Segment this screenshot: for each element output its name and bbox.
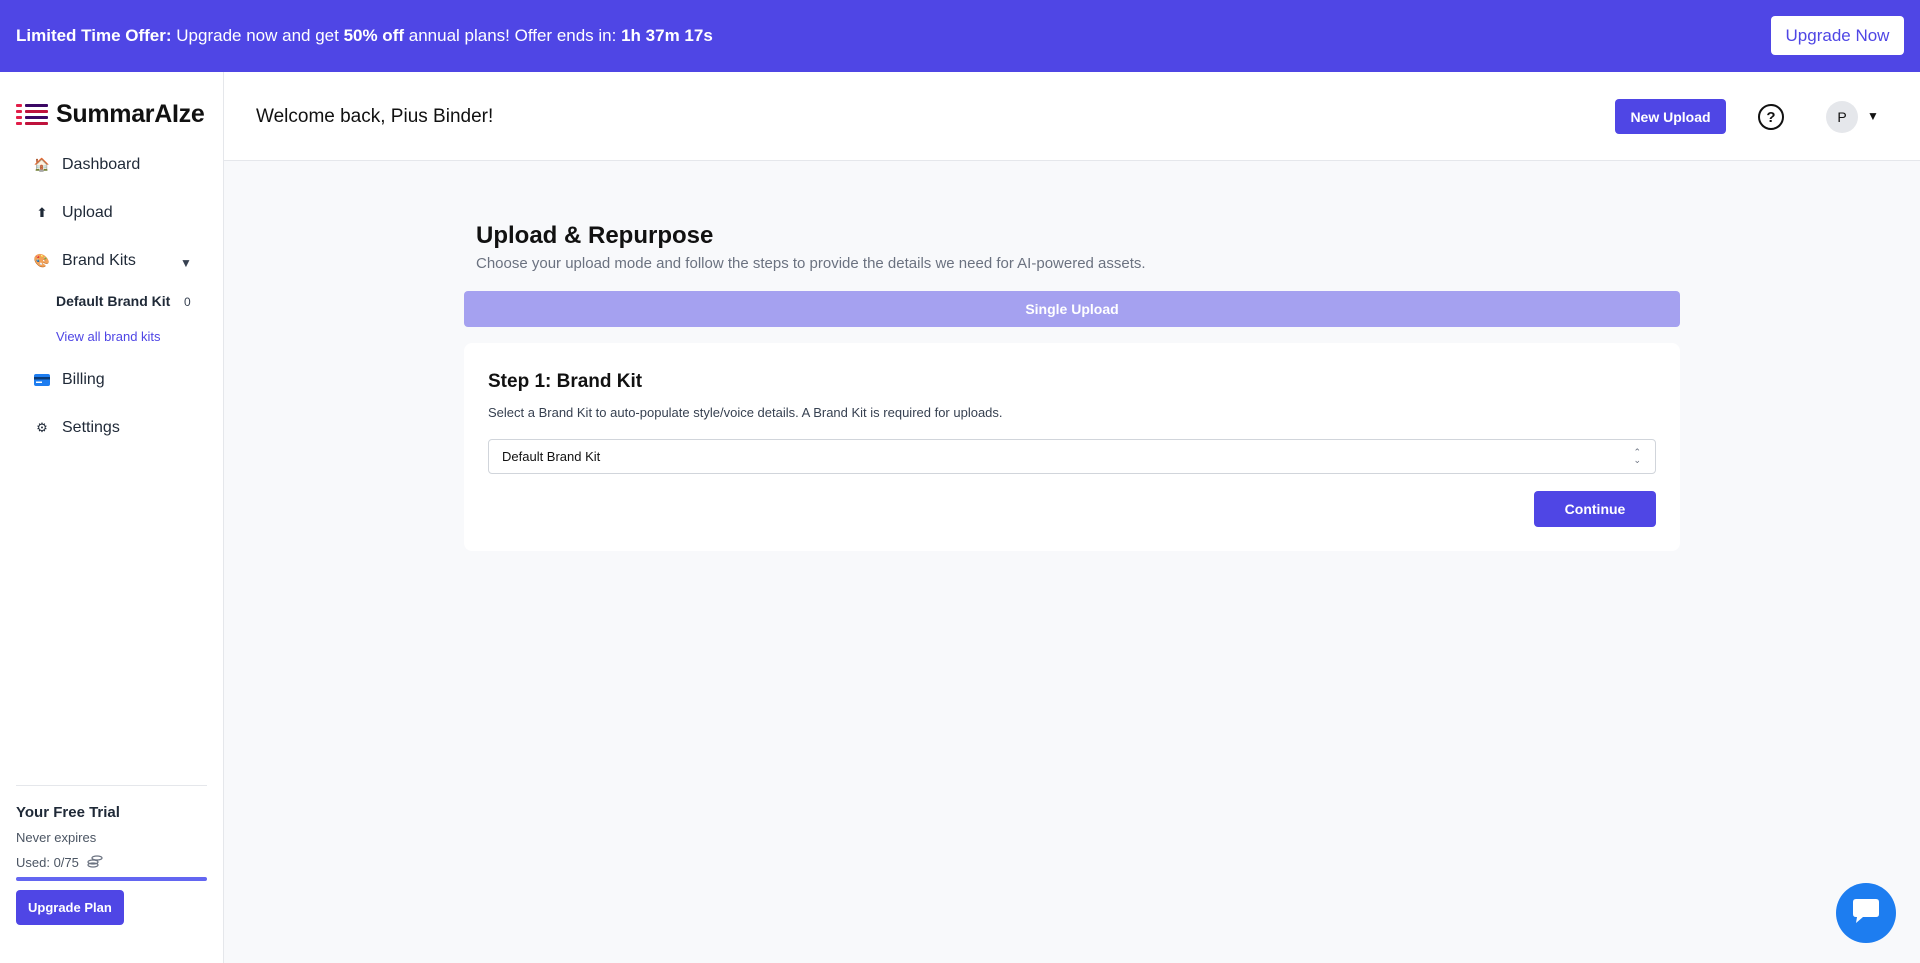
brand-kit-select[interactable]: Default Brand Kit ⌃ ⌄ [488,439,1656,474]
brand-kit-step-card: Step 1: Brand Kit Select a Brand Kit to … [464,343,1680,551]
promo-label: Limited Time Offer: [16,26,172,45]
upload-arrow-icon: ⬆ [36,205,48,220]
trial-title: Your Free Trial [16,804,120,821]
view-all-brand-kits-link[interactable]: View all brand kits [56,329,161,344]
chat-bubble-icon [1851,898,1881,929]
free-trial-panel: Your Free Trial Never expires Used: 0/75… [16,785,207,925]
sidebar-item-label: Upload [62,204,113,221]
gear-icon: ⚙ [36,420,48,435]
account-menu-caret-icon[interactable]: ▼ [1867,109,1879,123]
logo-list-icon [16,103,48,126]
sidebar-item-label: Brand Kits [62,252,136,269]
palette-icon: 🎨 [33,253,51,268]
house-icon: 🏠 [33,157,51,172]
sidebar-item-brand-kits[interactable]: 🎨 Brand Kits [34,252,136,270]
sidebar-item-billing[interactable]: Billing [34,371,105,389]
chat-widget-button[interactable] [1836,883,1896,943]
continue-button[interactable]: Continue [1534,491,1656,527]
logo[interactable]: SummarAIze [16,100,205,129]
help-icon[interactable]: ? [1758,104,1784,130]
upgrade-plan-button[interactable]: Upgrade Plan [16,890,124,925]
credit-card-icon [34,372,50,388]
top-header: Welcome back, Pius Binder! New Upload ? … [224,72,1920,161]
tab-single-upload[interactable]: Single Upload [464,291,1680,327]
sidebar-item-label: Settings [62,419,120,436]
promo-banner: Limited Time Offer: Upgrade now and get … [0,0,1920,72]
select-chevron-icon: ⌃ ⌄ [1633,447,1641,465]
step-title: Step 1: Brand Kit [488,371,643,392]
trial-expiry: Never expires [16,830,97,845]
upgrade-now-button[interactable]: Upgrade Now [1771,16,1904,55]
page-description: Choose your upload mode and follow the s… [476,255,1146,272]
coins-icon [87,854,103,871]
trial-usage-text: Used: 0/75 [16,855,79,870]
promo-countdown: 1h 37m 17s [621,26,713,45]
promo-text: Limited Time Offer: Upgrade now and get … [16,26,713,45]
brand-kit-count: 0 [184,295,191,309]
sidebar-subitem-default-brand-kit[interactable]: Default Brand Kit [56,293,170,309]
sidebar-item-label: Dashboard [62,156,141,173]
promo-discount: 50% off [343,26,405,45]
sidebar: SummarAIze 🏠 Dashboard ⬆ Upload 🎨 Brand … [0,72,224,963]
page-title: Upload & Repurpose [476,222,714,249]
brand-name: SummarAIze [56,100,205,128]
sidebar-item-upload[interactable]: ⬆ Upload [34,204,113,222]
trial-usage: Used: 0/75 [16,854,207,871]
trial-usage-progress [16,877,207,881]
sidebar-item-settings[interactable]: ⚙ Settings [34,419,120,437]
welcome-message: Welcome back, Pius Binder! [256,106,494,127]
sidebar-item-label: Billing [62,371,105,388]
brand-kits-caret-icon[interactable]: ▼ [180,256,192,270]
step-description: Select a Brand Kit to auto-populate styl… [488,405,1003,420]
avatar[interactable]: P [1826,101,1858,133]
brand-kit-select-value: Default Brand Kit [502,449,601,464]
new-upload-button[interactable]: New Upload [1615,99,1726,134]
sidebar-item-dashboard[interactable]: 🏠 Dashboard [34,156,140,174]
